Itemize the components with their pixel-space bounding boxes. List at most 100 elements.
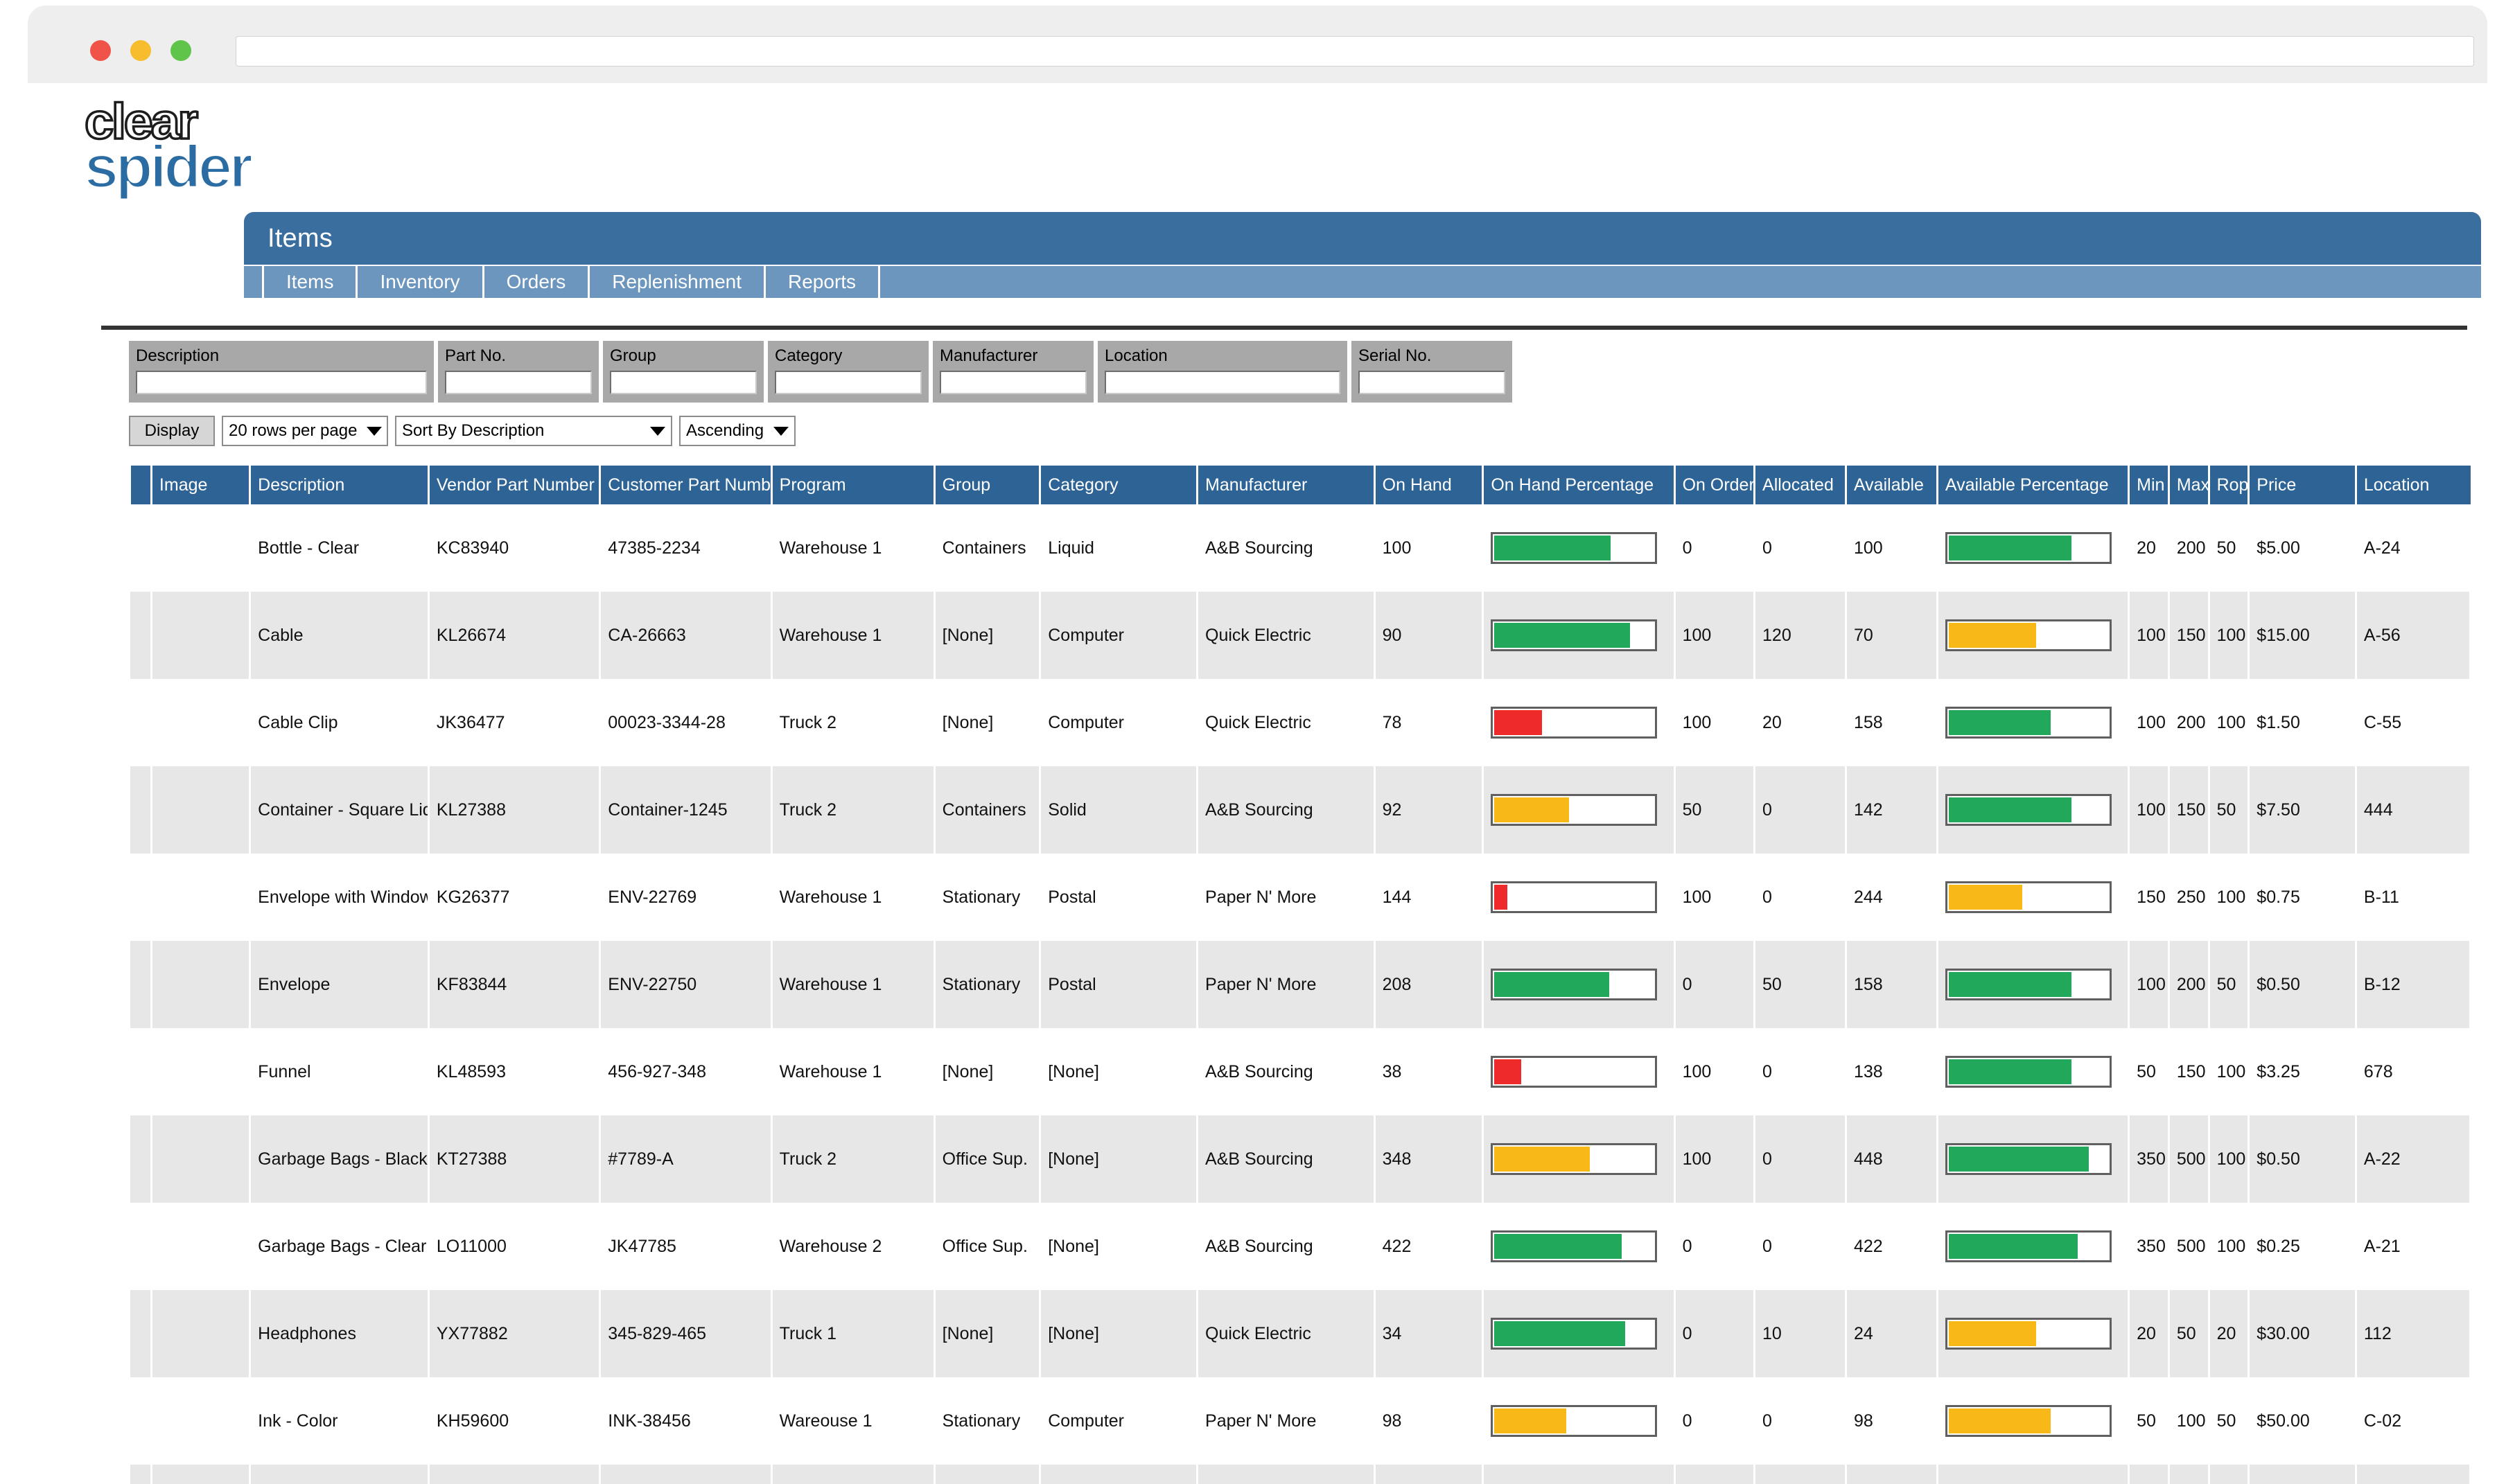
column-header-min[interactable]: Min — [2128, 466, 2170, 504]
available-percentage-cell — [1937, 1377, 2130, 1465]
filter-cell-group: Group — [603, 341, 764, 403]
filter-input-serial-no[interactable] — [1358, 370, 1505, 394]
nav-item-inventory[interactable]: Inventory — [358, 266, 484, 298]
nav-item-replenishment[interactable]: Replenishment — [590, 266, 766, 298]
filter-cell-location: Location — [1098, 341, 1347, 403]
cell-rop: 100 — [2209, 1115, 2250, 1203]
display-button[interactable]: Display — [129, 416, 215, 446]
table-row[interactable]: Cable KL26674 CA-26663 Warehouse 1 [None] Com… — [130, 592, 2472, 679]
maximize-window-button[interactable] — [170, 40, 191, 61]
row-spacer — [130, 1377, 152, 1465]
cell-price: $30.00 — [2248, 1290, 2357, 1377]
available-percentage-bar-fill — [1948, 710, 2051, 735]
cell-image — [151, 854, 252, 941]
rows-per-page-select[interactable]: 20 rows per page — [222, 416, 388, 446]
table-row[interactable]: Ink - B&WKH59601INK-38457Warehouse 1Stat… — [130, 1465, 2472, 1484]
close-window-button[interactable] — [90, 40, 111, 61]
nav-item-label: Items — [286, 271, 334, 292]
column-header-rop[interactable]: Rop — [2209, 466, 2250, 504]
available-percentage-bar — [1945, 1143, 2112, 1175]
cell-category: Computer — [1040, 592, 1199, 679]
column-header-available-percentage[interactable]: Available Percentage — [1937, 466, 2130, 504]
filter-label: Group — [610, 346, 656, 365]
column-header-group[interactable]: Group — [934, 466, 1042, 504]
cell-min: 100 — [2128, 679, 2170, 766]
on-hand-percentage-bar — [1491, 1143, 1658, 1175]
column-header-price[interactable]: Price — [2248, 466, 2357, 504]
cell-description: Cable Clip — [249, 679, 430, 766]
minimize-window-button[interactable] — [130, 40, 151, 61]
on-hand-percentage-bar — [1491, 707, 1658, 739]
filter-input-manufacturer[interactable] — [940, 370, 1087, 394]
table-row[interactable]: Envelope KF83844 ENV-22750 Warehouse 1 Stati… — [130, 941, 2472, 1028]
nav-item-items[interactable]: Items — [262, 266, 358, 298]
cell-customer-part-number: 47385-2234 — [599, 504, 773, 592]
cell-on-hand: 78 — [1374, 679, 1484, 766]
filter-input-location[interactable] — [1105, 370, 1340, 394]
column-header-available[interactable]: Available — [1846, 466, 1938, 504]
table-row[interactable]: Container - Square Lid KL27388 Container-1… — [130, 766, 2472, 854]
cell-group: Containers — [934, 766, 1042, 854]
filter-input-part-no[interactable] — [445, 370, 592, 394]
column-header-max[interactable]: Max — [2168, 466, 2210, 504]
available-percentage-bar-fill — [1948, 1408, 2051, 1433]
column-header-allocated[interactable]: Allocated — [1754, 466, 1847, 504]
table-row[interactable]: Ink - Color KH59600 INK-38456 Wareouse 1 Sta… — [130, 1377, 2472, 1465]
column-header-on-order[interactable]: On Order — [1674, 466, 1756, 504]
row-spacer — [130, 679, 152, 766]
column-header-category[interactable]: Category — [1040, 466, 1199, 504]
nav-item-orders[interactable]: Orders — [484, 266, 590, 298]
sort-by-select[interactable]: Sort By Description — [395, 416, 672, 446]
nav-item-label: Reports — [788, 271, 857, 292]
cell-price: $40.00 — [2248, 1465, 2357, 1484]
column-header-on-hand[interactable]: On Hand — [1374, 466, 1484, 504]
cell-customer-part-number: ENV-22769 — [599, 854, 773, 941]
column-header-program[interactable]: Program — [771, 466, 936, 504]
table-row[interactable]: Garbage Bags - Clear LO11000 JK47785 Wareho… — [130, 1203, 2472, 1290]
on-hand-percentage-bar-fill — [1494, 1059, 1522, 1084]
cell-on-hand: 144 — [1374, 854, 1484, 941]
table-row[interactable]: Funnel KL48593 456-927-348 Warehouse 1 [None… — [130, 1028, 2472, 1115]
filter-input-category[interactable] — [775, 370, 922, 394]
table-row[interactable]: Cable Clip JK36477 00023-3344-28 Truck 2 [No… — [130, 679, 2472, 766]
cell-program: Warehouse 1 — [771, 854, 936, 941]
table-row[interactable]: Garbage Bags - Black KT27388 #7789-A Truck … — [130, 1115, 2472, 1203]
table-row[interactable]: Envelope with Window KG26377 ENV-22769 Ware… — [130, 854, 2472, 941]
table-row[interactable]: Headphones YX77882 345-829-465 Truck 1 [None… — [130, 1290, 2472, 1377]
cell-image — [151, 1465, 252, 1484]
on-hand-percentage-cell — [1482, 679, 1676, 766]
column-header-vendor-part-number[interactable]: Vendor Part Number — [428, 466, 602, 504]
table-row[interactable]: Bottle - Clear KC83940 47385-2234 Warehouse… — [130, 504, 2472, 592]
column-header-customer-part-number[interactable]: Customer Part Number — [599, 466, 773, 504]
cell-customer-part-number: #7789-A — [599, 1115, 773, 1203]
cell-image — [151, 592, 252, 679]
available-percentage-bar — [1945, 619, 2112, 651]
cell-price: $0.50 — [2248, 941, 2357, 1028]
column-header-location[interactable]: Location — [2356, 466, 2471, 504]
cell-rop: 50 — [2209, 1465, 2250, 1484]
row-spacer — [130, 1465, 152, 1484]
cell-price: $7.50 — [2248, 766, 2357, 854]
cell-rop: 100 — [2209, 679, 2250, 766]
cell-program: Truck 2 — [771, 679, 936, 766]
url-bar[interactable] — [236, 36, 2474, 67]
on-hand-percentage-cell — [1482, 1290, 1676, 1377]
nav-item-reports[interactable]: Reports — [766, 266, 881, 298]
cell-description: Cable — [249, 592, 430, 679]
column-header-description[interactable]: Description — [249, 466, 430, 504]
cell-manufacturer: Quick Electric — [1197, 1290, 1376, 1377]
on-hand-percentage-bar-fill — [1494, 1234, 1622, 1259]
filter-input-description[interactable] — [136, 370, 427, 394]
cell-group: Office Sup. — [934, 1115, 1042, 1203]
cell-price: $0.75 — [2248, 854, 2357, 941]
filter-cell-description: Description — [129, 341, 434, 403]
cell-min: 50 — [2128, 1028, 2170, 1115]
filter-label: Description — [136, 346, 220, 365]
column-header-image[interactable]: Image — [151, 466, 252, 504]
cell-group: [None] — [934, 592, 1042, 679]
column-header-on-hand-percentage[interactable]: On Hand Percentage — [1482, 466, 1676, 504]
sort-direction-select[interactable]: Ascending — [679, 416, 796, 446]
column-header-manufacturer[interactable]: Manufacturer — [1197, 466, 1376, 504]
available-percentage-cell — [1937, 854, 2130, 941]
filter-input-group[interactable] — [610, 370, 757, 394]
